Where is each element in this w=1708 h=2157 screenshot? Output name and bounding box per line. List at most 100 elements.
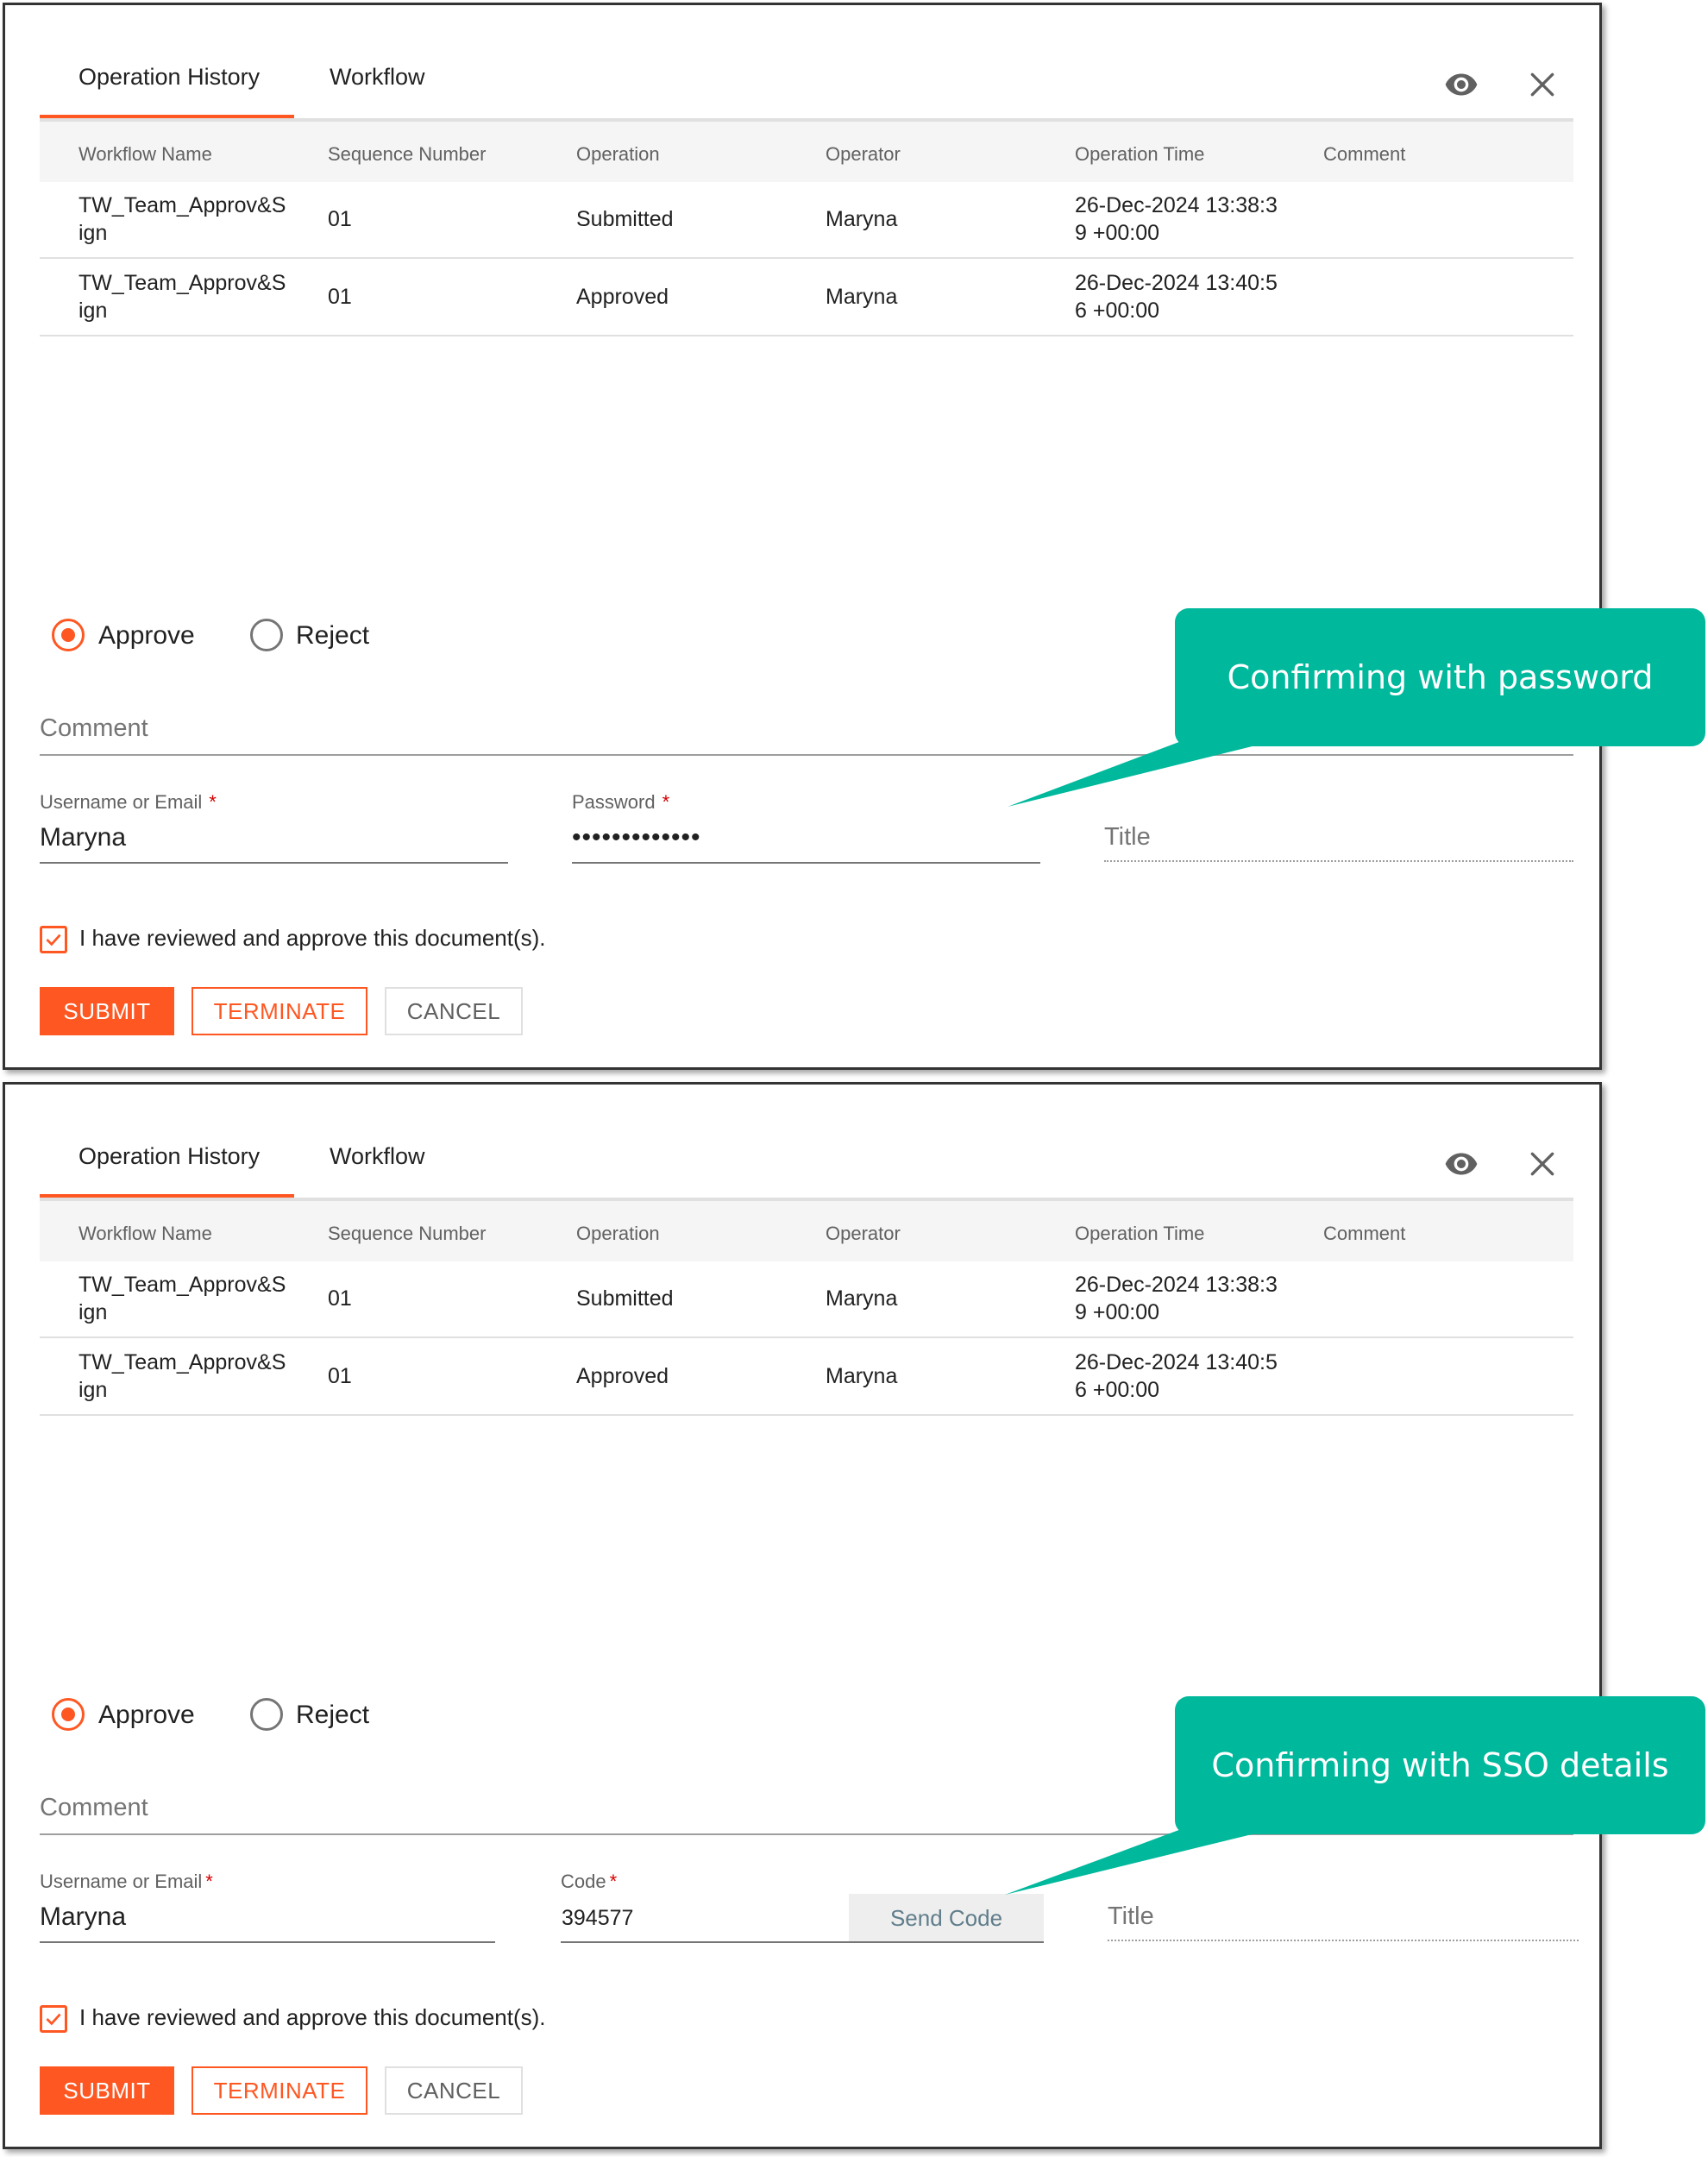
code-input[interactable]: 394577 (562, 1906, 633, 1931)
cell-workflow-name: TW_Team_Approv&S (78, 193, 286, 217)
cell-sequence: 01 (328, 1286, 352, 1311)
cell-workflow-name: TW_Team_Approv&S (78, 271, 286, 295)
tab-operation-history[interactable]: Operation History (78, 1143, 260, 1170)
approve-radio[interactable] (52, 619, 85, 651)
approve-checkbox-label[interactable]: I have reviewed and approve this documen… (79, 925, 546, 952)
username-input[interactable]: Maryna (40, 1902, 126, 1932)
approve-radio[interactable] (52, 1698, 85, 1731)
required-mark: * (205, 1871, 213, 1892)
send-code-button[interactable]: Send Code (849, 1894, 1044, 1942)
col-operation-time[interactable]: Operation Time (1075, 1223, 1204, 1245)
col-operation[interactable]: Operation (576, 1223, 660, 1245)
cell-time: 26-Dec-2024 13:40:5 (1075, 1350, 1278, 1374)
code-label: Code * (561, 1871, 618, 1892)
cell-operation: Approved (576, 1364, 669, 1388)
password-underline (572, 862, 1040, 864)
tab-workflow[interactable]: Workflow (330, 64, 425, 91)
required-mark: * (662, 791, 670, 813)
terminate-button[interactable]: TERMINATE (192, 987, 367, 1035)
cell-workflow-name-wrap: ign (78, 299, 108, 323)
cell-workflow-name-wrap: ign (78, 221, 108, 245)
col-workflow-name[interactable]: Workflow Name (78, 1223, 212, 1245)
cell-time-wrap: 6 +00:00 (1075, 299, 1160, 323)
cell-time-wrap: 9 +00:00 (1075, 1300, 1160, 1324)
cell-operator: Maryna (826, 207, 898, 231)
password-input[interactable]: ••••••••••••• (572, 823, 701, 852)
cell-sequence: 01 (328, 1364, 352, 1388)
title-input[interactable]: Title (1108, 1902, 1154, 1931)
cell-workflow-name: TW_Team_Approv&S (78, 1273, 286, 1297)
approve-checkbox[interactable] (40, 926, 67, 953)
row-divider (40, 335, 1573, 336)
cell-operation: Approved (576, 285, 669, 309)
username-input[interactable]: Maryna (40, 823, 126, 852)
col-comment[interactable]: Comment (1323, 1223, 1405, 1245)
col-sequence-number[interactable]: Sequence Number (328, 1223, 486, 1245)
reject-radio[interactable] (250, 1698, 283, 1731)
callout-sso: Confirming with SSO details (1175, 1696, 1705, 1834)
cell-operation: Submitted (576, 1286, 674, 1311)
title-input[interactable]: Title (1104, 823, 1151, 852)
callout-password: Confirming with password (1175, 608, 1705, 746)
comment-input[interactable]: Comment (40, 714, 148, 743)
approve-checkbox[interactable] (40, 2005, 67, 2033)
password-label: Password * (572, 791, 670, 813)
approve-checkbox-label[interactable]: I have reviewed and approve this documen… (79, 2004, 546, 2031)
username-underline (40, 1941, 495, 1943)
close-icon[interactable] (1523, 67, 1561, 102)
cell-workflow-name-wrap: ign (78, 1300, 108, 1324)
required-mark: * (209, 791, 217, 813)
col-comment[interactable]: Comment (1323, 143, 1405, 166)
cell-operation: Submitted (576, 207, 674, 231)
comment-underline (40, 754, 1573, 756)
dialog-password: Operation History Workflow Workflow Name… (3, 3, 1602, 1070)
cell-operator: Maryna (826, 1286, 898, 1311)
col-sequence-number[interactable]: Sequence Number (328, 143, 486, 166)
cell-time: 26-Dec-2024 13:40:5 (1075, 271, 1278, 295)
tab-operation-history[interactable]: Operation History (78, 64, 260, 91)
col-workflow-name[interactable]: Workflow Name (78, 143, 212, 166)
cell-operator: Maryna (826, 285, 898, 309)
cell-workflow-name-wrap: ign (78, 1378, 108, 1402)
reject-label[interactable]: Reject (296, 1701, 369, 1730)
col-operation-time[interactable]: Operation Time (1075, 143, 1204, 166)
username-label: Username or Email * (40, 791, 217, 813)
approve-label[interactable]: Approve (98, 621, 195, 651)
approve-label[interactable]: Approve (98, 1701, 195, 1730)
col-operation[interactable]: Operation (576, 143, 660, 166)
checkmark-icon (46, 2013, 61, 2026)
close-icon[interactable] (1523, 1147, 1561, 1181)
row-divider (40, 1336, 1573, 1338)
submit-button[interactable]: SUBMIT (40, 2066, 174, 2115)
cell-operator: Maryna (826, 1364, 898, 1388)
cancel-button[interactable]: CANCEL (385, 987, 523, 1035)
col-operator[interactable]: Operator (826, 143, 901, 166)
cell-time-wrap: 6 +00:00 (1075, 1378, 1160, 1402)
terminate-button[interactable]: TERMINATE (192, 2066, 367, 2115)
checkmark-icon (46, 934, 61, 946)
cell-time: 26-Dec-2024 13:38:3 (1075, 193, 1278, 217)
username-label: Username or Email * (40, 1871, 213, 1892)
reject-radio[interactable] (250, 619, 283, 651)
title-underline (1108, 1940, 1579, 1941)
required-mark: * (609, 1871, 618, 1892)
col-operator[interactable]: Operator (826, 1223, 901, 1245)
row-divider (40, 257, 1573, 259)
username-underline (40, 862, 508, 864)
tab-workflow[interactable]: Workflow (330, 1143, 425, 1170)
title-underline (1104, 860, 1573, 862)
comment-input[interactable]: Comment (40, 1794, 148, 1822)
eye-icon[interactable] (1442, 1147, 1480, 1181)
dialog-sso: Operation History Workflow Workflow Name… (3, 1082, 1602, 2149)
cell-time: 26-Dec-2024 13:38:3 (1075, 1273, 1278, 1297)
cell-sequence: 01 (328, 207, 352, 231)
submit-button[interactable]: SUBMIT (40, 987, 174, 1035)
code-underline (561, 1941, 1044, 1943)
reject-label[interactable]: Reject (296, 621, 369, 651)
cancel-button[interactable]: CANCEL (385, 2066, 523, 2115)
row-divider (40, 1414, 1573, 1416)
cell-workflow-name: TW_Team_Approv&S (78, 1350, 286, 1374)
cell-sequence: 01 (328, 285, 352, 309)
cell-time-wrap: 9 +00:00 (1075, 221, 1160, 245)
eye-icon[interactable] (1442, 67, 1480, 102)
